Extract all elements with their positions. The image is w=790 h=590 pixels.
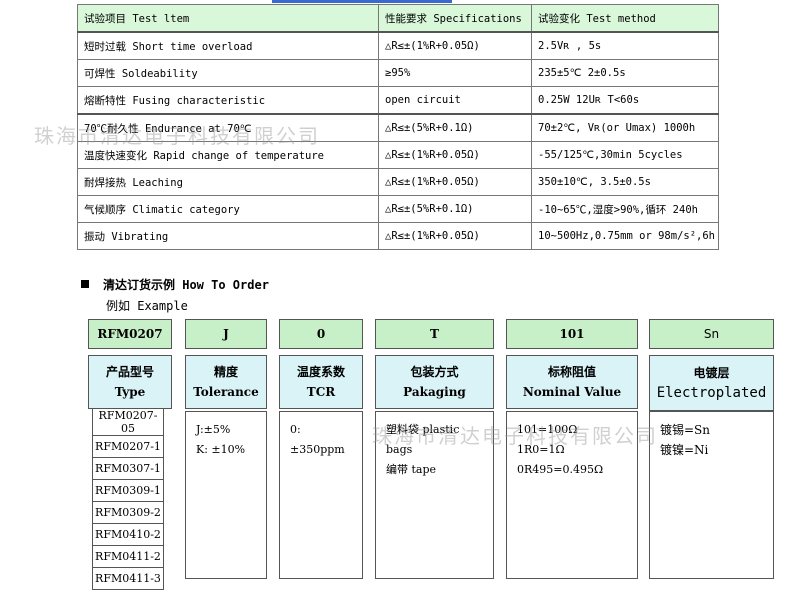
test-item-cell: 温度快速变化 Rapid change of temperature: [77, 141, 379, 169]
spec-cell: △R≤±(1%R+0.05Ω): [378, 31, 532, 60]
table-row: 耐焊接热 Leaching △R≤±(1%R+0.05Ω) 350±10℃, 3…: [77, 168, 719, 196]
table-row: 可焊性 Soldeability ≥95% 235±5℃ 2±0.5s: [77, 59, 719, 87]
category-tcr: 温度系数 TCR: [279, 355, 363, 409]
category-en: Pakaging: [403, 385, 466, 399]
option-line: 1R0=1Ω: [517, 443, 565, 456]
method-cell: 10~500Hz,0.75mm or 98m/s²,6h: [531, 222, 719, 250]
table-row: 振动 Vibrating △R≤±(1%R+0.05Ω) 10~500Hz,0.…: [77, 222, 719, 250]
list-item: RFM0207-05: [92, 408, 164, 436]
method-cell: 0.25W 12Uʀ T<60s: [531, 86, 719, 115]
spec-cell: △R≤±(1%R+0.05Ω): [378, 222, 532, 250]
table-row: 温度快速变化 Rapid change of temperature △R≤±(…: [77, 141, 719, 169]
nominal-options: 101=100Ω 1R0=1Ω 0R495=0.495Ω: [506, 411, 638, 579]
tolerance-options: J:±5% K: ±10%: [185, 411, 267, 579]
plating-options: 镀锡=Sn 镀镍=Ni: [649, 411, 774, 579]
spec-table: 试验项目 Test ltem 性能要求 Specifications 试验变化 …: [77, 4, 719, 250]
header-specifications: 性能要求 Specifications: [378, 4, 532, 33]
spec-cell: △R≤±(1%R+0.05Ω): [378, 141, 532, 169]
test-item-cell: 熔断特性 Fusing characteristic: [77, 86, 379, 115]
list-item: RFM0410-2: [92, 523, 164, 546]
packaging-options: 塑料袋 plastic bags 编带 tape: [375, 411, 494, 579]
method-cell: 235±5℃ 2±0.5s: [531, 59, 719, 87]
order-section-title: 清达订货示例 How To Order: [81, 276, 269, 293]
option-line: J:±5%: [196, 423, 231, 436]
category-plating: 电镀层 Electroplated: [649, 355, 774, 411]
category-cn: 温度系数: [296, 365, 345, 379]
code-plating: Sn: [649, 319, 774, 349]
category-en: Type: [114, 385, 146, 399]
category-type: 产品型号 Type: [88, 355, 172, 409]
category-en: Electroplated: [656, 385, 767, 401]
option-line: 0:±350ppm: [290, 423, 345, 456]
table-row: 熔断特性 Fusing characteristic open circuit …: [77, 86, 719, 115]
category-en: Nominal Value: [522, 385, 622, 399]
method-cell: 2.5Vʀ , 5s: [531, 31, 719, 60]
category-cn: 精度: [213, 365, 238, 379]
method-cell: 70±2℃, Vʀ(or Umax) 1000h: [531, 113, 719, 142]
category-en: TCR: [306, 385, 336, 399]
spec-cell: open circuit: [378, 86, 532, 115]
header-test-method: 试验变化 Test method: [531, 4, 719, 33]
header-test-item: 试验项目 Test ltem: [77, 4, 379, 33]
model-list: RFM0207-05 RFM0207-1 RFM0307-1 RFM0309-1…: [92, 408, 164, 590]
method-cell: -10~65℃,湿度>90%,循环 240h: [531, 195, 719, 223]
test-item-cell: 70℃耐久性 Endurance at 70℃: [77, 113, 379, 142]
code-packaging: T: [375, 319, 494, 349]
category-cn: 产品型号: [105, 365, 154, 379]
list-item: RFM0307-1: [92, 457, 164, 480]
test-item-cell: 振动 Vibrating: [77, 222, 379, 250]
category-packaging: 包装方式 Pakaging: [375, 355, 494, 409]
spec-cell: △R≤±(5%R+0.1Ω): [378, 195, 532, 223]
spec-cell: ≥95%: [378, 59, 532, 87]
option-line: K: ±10%: [196, 443, 246, 456]
code-nominal: 101: [506, 319, 638, 349]
table-row: 气候顺序 Climatic category △R≤±(5%R+0.1Ω) -1…: [77, 195, 719, 223]
test-item-cell: 耐焊接热 Leaching: [77, 168, 379, 196]
spec-table-header: 试验项目 Test ltem 性能要求 Specifications 试验变化 …: [77, 4, 719, 33]
code-type: RFM0207: [88, 319, 172, 349]
table-row: 短时过载 Short time overload △R≤±(1%R+0.05Ω)…: [77, 31, 719, 60]
category-cn: 标称阻值: [547, 365, 596, 379]
top-accent-line: [272, 0, 452, 3]
list-item: RFM0207-1: [92, 435, 164, 458]
list-item: RFM0411-2: [92, 545, 164, 568]
code-tolerance: J: [185, 319, 267, 349]
category-cn: 包装方式: [410, 365, 459, 379]
option-line: 镀锡=Sn: [660, 423, 711, 437]
category-nominal: 标称阻值 Nominal Value: [506, 355, 638, 409]
method-cell: 350±10℃, 3.5±0.5s: [531, 168, 719, 196]
spec-cell: △R≤±(1%R+0.05Ω): [378, 168, 532, 196]
order-title-text: 清达订货示例 How To Order: [103, 278, 269, 292]
test-item-cell: 气候顺序 Climatic category: [77, 195, 379, 223]
example-label: 例如 Example: [106, 299, 188, 313]
test-item-cell: 短时过载 Short time overload: [77, 31, 379, 60]
code-tcr: 0: [279, 319, 363, 349]
table-row: 70℃耐久性 Endurance at 70℃ △R≤±(5%R+0.1Ω) 7…: [77, 113, 719, 142]
method-cell: -55/125℃,30min 5cycles: [531, 141, 719, 169]
option-line: 0R495=0.495Ω: [517, 463, 604, 476]
tcr-options: 0:±350ppm: [279, 411, 363, 579]
category-en: Tolerance: [193, 385, 259, 399]
list-item: RFM0309-1: [92, 479, 164, 502]
category-tolerance: 精度 Tolerance: [185, 355, 267, 409]
spec-cell: △R≤±(5%R+0.1Ω): [378, 113, 532, 142]
option-line: 镀镍=Ni: [660, 443, 709, 457]
list-item: RFM0309-2: [92, 501, 164, 524]
option-line: 塑料袋 plastic bags: [386, 423, 460, 456]
option-line: 编带 tape: [386, 463, 437, 476]
category-cn: 电镀层: [693, 366, 730, 380]
test-item-cell: 可焊性 Soldeability: [77, 59, 379, 87]
option-line: 101=100Ω: [517, 423, 578, 436]
list-item: RFM0411-3: [92, 567, 164, 590]
bullet-square-icon: [81, 280, 89, 288]
